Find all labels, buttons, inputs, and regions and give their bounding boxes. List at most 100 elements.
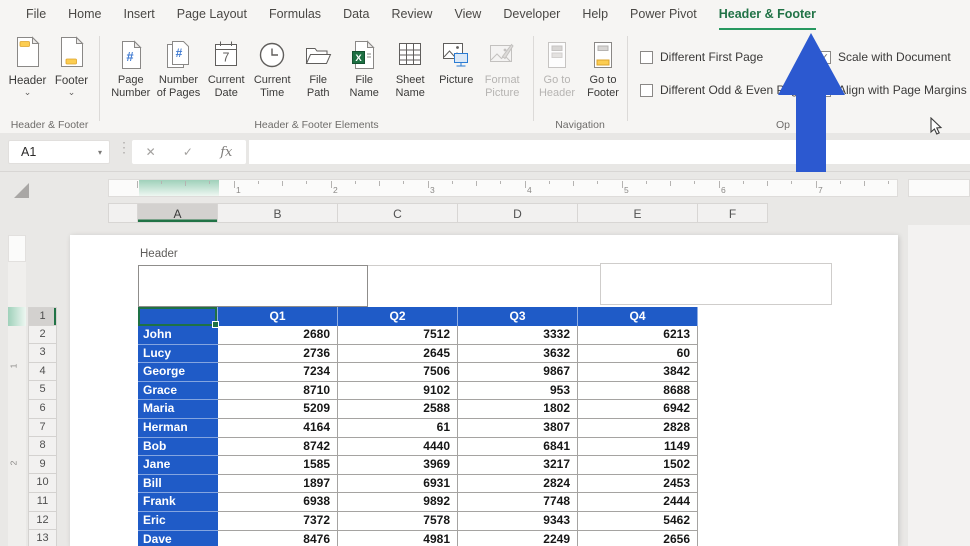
cell-E2[interactable]: 6213 bbox=[578, 326, 698, 345]
cell-E3[interactable]: 60 bbox=[578, 344, 698, 364]
cell-C13[interactable]: 4981 bbox=[338, 530, 458, 546]
cell-B7[interactable]: 4164 bbox=[218, 418, 338, 438]
cell-C12[interactable]: 7578 bbox=[338, 511, 458, 531]
column-header-c[interactable]: C bbox=[338, 203, 458, 223]
row-header-8[interactable]: 8 bbox=[28, 437, 57, 456]
tab-developer[interactable]: Developer bbox=[492, 0, 571, 30]
row-header-4[interactable]: 4 bbox=[28, 362, 57, 382]
cell-E7[interactable]: 2828 bbox=[578, 418, 698, 438]
header-section-right[interactable] bbox=[600, 263, 832, 305]
cell-A4[interactable]: George bbox=[138, 363, 218, 382]
ribbon-button-header[interactable]: Header ⌄ bbox=[6, 30, 50, 97]
cell-B8[interactable]: 8742 bbox=[218, 437, 338, 457]
column-header-a[interactable]: A bbox=[138, 203, 218, 223]
tab-review[interactable]: Review bbox=[380, 0, 443, 30]
ribbon-button-current-date[interactable]: 7 Current Date bbox=[203, 30, 249, 99]
cell-D9[interactable]: 3217 bbox=[458, 456, 578, 475]
row-header-11[interactable]: 11 bbox=[28, 492, 57, 512]
ribbon-button-sheet-name[interactable]: Sheet Name bbox=[387, 30, 433, 99]
cell-C3[interactable]: 2645 bbox=[338, 344, 458, 364]
tab-page-layout[interactable]: Page Layout bbox=[166, 0, 258, 30]
cell-A12[interactable]: Eric bbox=[138, 511, 218, 531]
row-header-10[interactable]: 10 bbox=[28, 474, 57, 493]
ribbon-button-footer[interactable]: Footer ⌄ bbox=[50, 30, 94, 97]
ribbon-button-go-to-footer[interactable]: Go to Footer bbox=[580, 30, 626, 99]
cell-C11[interactable]: 9892 bbox=[338, 493, 458, 512]
cell-D5[interactable]: 953 bbox=[458, 381, 578, 401]
ribbon-button-picture[interactable]: Picture bbox=[433, 30, 479, 99]
column-header-e[interactable]: E bbox=[578, 203, 698, 223]
row-header-7[interactable]: 7 bbox=[28, 418, 57, 438]
tab-power-pivot[interactable]: Power Pivot bbox=[619, 0, 708, 30]
cell-B9[interactable]: 1585 bbox=[218, 456, 338, 475]
name-box[interactable]: A1 ▾ bbox=[8, 140, 110, 164]
cell-D13[interactable]: 2249 bbox=[458, 530, 578, 546]
tab-file[interactable]: File bbox=[15, 0, 57, 30]
cell-C6[interactable]: 2588 bbox=[338, 400, 458, 419]
row-header-12[interactable]: 12 bbox=[28, 511, 57, 531]
enter-icon[interactable]: ✓ bbox=[183, 145, 193, 159]
formula-input[interactable] bbox=[249, 140, 970, 164]
cell-B1[interactable]: Q1 bbox=[218, 307, 338, 326]
column-header-b[interactable]: B bbox=[218, 203, 338, 223]
ribbon-button-current-time[interactable]: Current Time bbox=[249, 30, 295, 99]
cell-C10[interactable]: 6931 bbox=[338, 474, 458, 494]
cell-B13[interactable]: 8476 bbox=[218, 530, 338, 546]
row-header-13[interactable]: 13 bbox=[28, 530, 57, 546]
tab-view[interactable]: View bbox=[443, 0, 492, 30]
cell-E5[interactable]: 8688 bbox=[578, 381, 698, 401]
tab-home[interactable]: Home bbox=[57, 0, 112, 30]
cell-D12[interactable]: 9343 bbox=[458, 511, 578, 531]
cell-D7[interactable]: 3807 bbox=[458, 418, 578, 438]
cell-B4[interactable]: 7234 bbox=[218, 363, 338, 382]
ribbon-button-file-path[interactable]: File Path bbox=[295, 30, 341, 99]
row-header-5[interactable]: 5 bbox=[28, 381, 57, 400]
tab-help[interactable]: Help bbox=[571, 0, 619, 30]
checkbox-different-first-page[interactable]: Different First Page bbox=[640, 50, 763, 64]
tab-insert[interactable]: Insert bbox=[113, 0, 166, 30]
tab-formulas[interactable]: Formulas bbox=[258, 0, 332, 30]
unchecked-checkbox-icon[interactable] bbox=[640, 83, 653, 97]
cell-E12[interactable]: 5462 bbox=[578, 511, 698, 531]
chevron-down-icon[interactable]: ▾ bbox=[98, 142, 102, 164]
ribbon-button-file-name[interactable]: X File Name bbox=[341, 30, 387, 99]
cell-D2[interactable]: 3332 bbox=[458, 326, 578, 345]
tab-data[interactable]: Data bbox=[332, 0, 380, 30]
cell-A5[interactable]: Grace bbox=[138, 381, 218, 401]
cell-C7[interactable]: 61 bbox=[338, 418, 458, 438]
header-section-center[interactable] bbox=[368, 265, 600, 307]
cell-E8[interactable]: 1149 bbox=[578, 437, 698, 457]
cell-A13[interactable]: Dave bbox=[138, 530, 218, 546]
row-header-3[interactable]: 3 bbox=[28, 344, 57, 363]
cell-E10[interactable]: 2453 bbox=[578, 474, 698, 494]
cancel-icon[interactable]: ✕ bbox=[146, 145, 156, 159]
cell-E11[interactable]: 2444 bbox=[578, 493, 698, 512]
cell-D6[interactable]: 1802 bbox=[458, 400, 578, 419]
cell-B10[interactable]: 1897 bbox=[218, 474, 338, 494]
cell-A11[interactable]: Frank bbox=[138, 493, 218, 512]
cell-E4[interactable]: 3842 bbox=[578, 363, 698, 382]
ribbon-button-page-number[interactable]: # Page Number bbox=[108, 30, 154, 99]
row-header-9[interactable]: 9 bbox=[28, 455, 57, 475]
cell-A6[interactable]: Maria bbox=[138, 400, 218, 419]
cell-C1[interactable]: Q2 bbox=[338, 307, 458, 326]
cell-B6[interactable]: 5209 bbox=[218, 400, 338, 419]
cell-C9[interactable]: 3969 bbox=[338, 456, 458, 475]
cell-D4[interactable]: 9867 bbox=[458, 363, 578, 382]
cell-A2[interactable]: John bbox=[138, 326, 218, 345]
cell-B5[interactable]: 8710 bbox=[218, 381, 338, 401]
cell-A1[interactable] bbox=[138, 307, 219, 328]
cell-E1[interactable]: Q4 bbox=[578, 307, 698, 326]
cell-A9[interactable]: Jane bbox=[138, 456, 218, 475]
cell-C2[interactable]: 7512 bbox=[338, 326, 458, 345]
cell-C5[interactable]: 9102 bbox=[338, 381, 458, 401]
unchecked-checkbox-icon[interactable] bbox=[640, 50, 653, 64]
cell-B2[interactable]: 2680 bbox=[218, 326, 338, 345]
column-header-d[interactable]: D bbox=[458, 203, 578, 223]
cell-D10[interactable]: 2824 bbox=[458, 474, 578, 494]
cell-C4[interactable]: 7506 bbox=[338, 363, 458, 382]
select-all-corner[interactable] bbox=[14, 183, 29, 198]
cell-A7[interactable]: Herman bbox=[138, 418, 218, 438]
cell-E13[interactable]: 2656 bbox=[578, 530, 698, 546]
cell-B11[interactable]: 6938 bbox=[218, 493, 338, 512]
